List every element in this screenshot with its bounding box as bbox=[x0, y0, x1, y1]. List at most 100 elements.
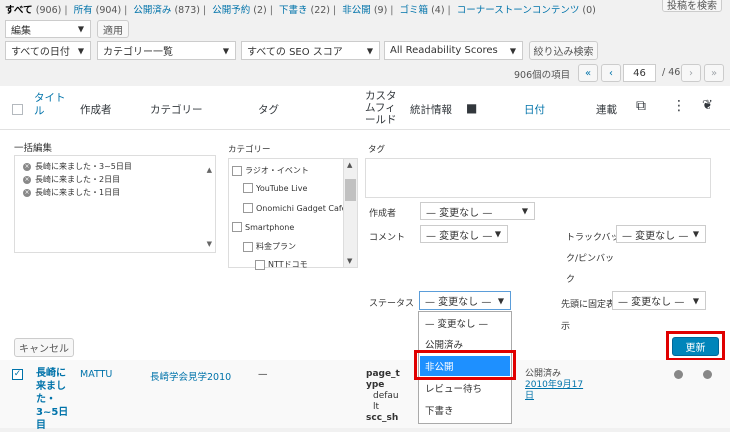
last-page-button[interactable]: » bbox=[704, 64, 724, 82]
list-item: × 長崎に来ました・2日目 bbox=[23, 175, 121, 184]
post-category[interactable]: 長崎学会見学2010 bbox=[150, 369, 231, 383]
list-item[interactable]: Smartphone bbox=[232, 222, 294, 232]
cancel-button[interactable]: キャンセル bbox=[14, 338, 74, 357]
author-label: 作成者 bbox=[369, 209, 397, 219]
page-copy-icon: ⧉ bbox=[636, 98, 646, 114]
list-item: × 長崎に来ました・1日目 bbox=[23, 188, 121, 197]
sticky-select[interactable]: — 変更なし — ▼ bbox=[612, 291, 706, 310]
column-date[interactable]: 日付 bbox=[524, 102, 545, 117]
status-label: ステータス bbox=[369, 299, 415, 309]
sticky-label: 先頭に固定表示 bbox=[561, 300, 616, 332]
tags-label: タグ bbox=[368, 145, 386, 155]
readability-filter-select[interactable]: All Readability Scores ▼ bbox=[384, 41, 523, 60]
status-option-no-change[interactable]: — 変更なし — bbox=[420, 313, 510, 333]
list-item[interactable]: YouTube Live bbox=[243, 183, 307, 193]
column-custom-fields: カスタムフィールド bbox=[365, 90, 397, 126]
author-select[interactable]: — 変更なし — ▼ bbox=[420, 202, 535, 220]
seo-score-icon bbox=[674, 370, 683, 379]
filter-all[interactable]: すべて (906) bbox=[5, 5, 61, 16]
list-item[interactable]: Onomichi Gadget Cafe bbox=[243, 203, 347, 213]
status-value: — 変更なし — bbox=[425, 297, 492, 308]
category-filter-value: カテゴリー一覧 bbox=[103, 47, 173, 58]
checkbox[interactable] bbox=[255, 259, 265, 270]
checkbox[interactable] bbox=[243, 183, 253, 193]
checkbox[interactable] bbox=[243, 203, 253, 213]
chevron-down-icon: ▼ bbox=[77, 24, 84, 34]
column-serial: 連載 bbox=[596, 104, 617, 116]
scroll-up-icon[interactable]: ▲ bbox=[347, 161, 352, 169]
remove-icon[interactable]: × bbox=[23, 188, 31, 197]
checkbox[interactable] bbox=[232, 222, 242, 232]
list-item[interactable]: ラジオ・イベント bbox=[232, 165, 309, 176]
filter-scheduled[interactable]: 公開予約 (2) bbox=[212, 5, 267, 16]
post-date: 公開済み 2010年9月17 日 bbox=[525, 369, 584, 401]
checkbox[interactable] bbox=[232, 165, 242, 176]
categories-label: カテゴリー bbox=[228, 145, 271, 155]
comment-icon[interactable]: ■ bbox=[466, 101, 477, 115]
chevron-down-icon: ▼ bbox=[692, 296, 699, 305]
column-author: 作成者 bbox=[80, 104, 112, 116]
scroll-thumb[interactable] bbox=[345, 179, 356, 201]
annotation-highlight bbox=[414, 350, 516, 380]
bulk-action-select[interactable]: 編集 ▼ bbox=[5, 20, 91, 38]
author-value: — 変更なし — bbox=[426, 207, 493, 219]
date-filter-select[interactable]: すべての日付 ▼ bbox=[5, 41, 91, 60]
filter-button[interactable]: 絞り込み検索 bbox=[529, 41, 598, 60]
filter-cornerstone[interactable]: コーナーストーンコンテンツ (0) bbox=[457, 5, 596, 16]
list-item: × 長崎に来ました・3~5日目 bbox=[23, 162, 132, 171]
trackback-value: — 変更なし — bbox=[622, 230, 689, 242]
status-option-draft[interactable]: 下書き bbox=[420, 400, 510, 420]
list-item[interactable]: NTTドコモ bbox=[255, 259, 308, 270]
filter-published[interactable]: 公開済み (873) bbox=[133, 5, 200, 16]
date-filter-value: すべての日付 bbox=[11, 47, 70, 58]
chevron-down-icon: ▼ bbox=[521, 206, 528, 216]
filter-mine[interactable]: 所有 (904) bbox=[74, 5, 122, 16]
chevron-down-icon: ▼ bbox=[497, 296, 504, 305]
current-page-input[interactable]: 46 bbox=[623, 64, 656, 82]
filter-trash[interactable]: ゴミ箱 (4) bbox=[400, 5, 445, 16]
chevron-down-icon: ▼ bbox=[77, 46, 84, 55]
traffic-light-icon: ⋮ bbox=[672, 98, 686, 114]
status-option-pending[interactable]: レビュー待ち bbox=[420, 378, 510, 398]
comments-label: コメント bbox=[369, 233, 406, 243]
post-tags: — bbox=[258, 369, 268, 380]
select-all-checkbox[interactable] bbox=[12, 104, 23, 115]
chevron-down-icon: ▼ bbox=[366, 46, 373, 55]
status-select[interactable]: — 変更なし — ▼ bbox=[419, 291, 511, 310]
chevron-down-icon: ▼ bbox=[692, 229, 699, 239]
scroll-down-icon[interactable]: ▼ bbox=[207, 240, 212, 248]
row-checkbox[interactable]: ✓ bbox=[12, 369, 23, 380]
scroll-down-icon[interactable]: ▼ bbox=[347, 257, 352, 265]
bulk-action-value: 編集 bbox=[11, 25, 31, 37]
comments-select[interactable]: — 変更なし — ▼ bbox=[420, 225, 508, 243]
update-button[interactable]: 更新 bbox=[672, 337, 719, 356]
list-item[interactable]: 料金プラン bbox=[243, 241, 296, 252]
first-page-button[interactable]: « bbox=[578, 64, 598, 82]
status-filter-links: すべて (906) | 所有 (904) | 公開済み (873) | 公開予約 (2… bbox=[5, 5, 596, 16]
search-posts-button[interactable]: 投稿を検索 bbox=[662, 0, 722, 12]
prev-page-button[interactable]: ‹ bbox=[601, 64, 621, 82]
filter-drafts[interactable]: 下書き (22) bbox=[279, 5, 330, 16]
post-author[interactable]: MATTU bbox=[80, 369, 112, 380]
remove-icon[interactable]: × bbox=[23, 162, 31, 171]
trackback-select[interactable]: — 変更なし — ▼ bbox=[616, 225, 706, 243]
category-scrollbar[interactable]: ▲ ▼ bbox=[343, 159, 357, 267]
next-page-button[interactable]: › bbox=[681, 64, 701, 82]
filter-private[interactable]: 非公開 (9) bbox=[342, 5, 387, 16]
apply-button[interactable]: 適用 bbox=[97, 20, 129, 38]
column-stats: 統計情報 bbox=[410, 104, 452, 116]
scroll-up-icon[interactable]: ▲ bbox=[207, 166, 212, 174]
chevron-down-icon: ▼ bbox=[222, 46, 229, 55]
comments-value: — 変更なし — bbox=[426, 230, 493, 242]
seo-filter-select[interactable]: すべての SEO スコア ▼ bbox=[241, 41, 380, 60]
seo-filter-value: すべての SEO スコア bbox=[247, 47, 343, 58]
column-title[interactable]: タイトル bbox=[34, 92, 74, 118]
column-tags: タグ bbox=[258, 104, 279, 116]
remove-icon[interactable]: × bbox=[23, 175, 31, 184]
sticky-value: — 変更なし — bbox=[618, 297, 685, 308]
bulk-post-list: × 長崎に来ました・3~5日目 × 長崎に来ました・2日目 × 長崎に来ました・1日目… bbox=[14, 155, 216, 253]
post-title-link[interactable]: 長崎に 来まし た・ 3~5日目 bbox=[36, 367, 72, 432]
category-filter-select[interactable]: カテゴリー一覧 ▼ bbox=[97, 41, 236, 60]
tags-textarea[interactable] bbox=[365, 158, 711, 198]
checkbox[interactable] bbox=[243, 241, 253, 252]
